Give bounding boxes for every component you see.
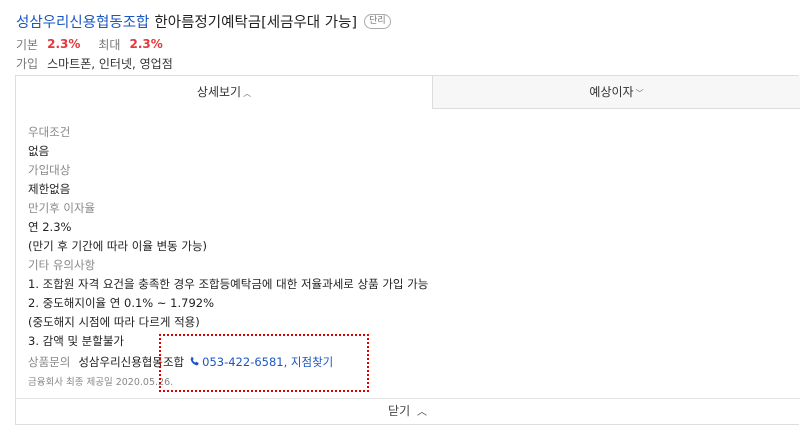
interest-type-badge: 단리 [364,13,391,29]
contact-row: 상품문의 성삼우리신용협동조합 053-422-6581, 지점찾기 [28,352,788,371]
maturity-rate: 연 2.3% [28,220,72,234]
last-updated-date: 금융회사 최종 제공일 2020.05.26. [28,377,174,388]
product-header: 성삼우리신용협동조합 한아름정기예탁금[세금우대 가능] 단리 기본 2.3% … [16,10,786,72]
note-item: 1. 조합원 자격 요건을 충족한 경우 조합등예탁금에 대한 저율과세로 상품… [28,277,429,291]
tab-details-label: 상세보기 [196,85,242,99]
join-channel-row: 가입 스마트폰, 인터넷, 영업점 [16,54,786,72]
join-label: 가입 [16,56,39,71]
notes-label: 기타 유의사항 [28,258,96,272]
max-rate-label: 최대 [98,37,121,52]
max-rate-value: 2.3% [129,37,163,51]
maturity-note: (만기 후 기간에 따라 이율 변동 가능) [28,239,208,253]
detail-panel: 상세보기 ︿ 예상이자 ﹀ 우대조건 없음 가입대상 제한없음 만기후 이자율 연 … [15,75,800,425]
detail-content: 우대조건 없음 가입대상 제한없음 만기후 이자율 연 2.3% (만기 후 기… [28,123,788,391]
detail-tabs: 상세보기 ︿ 예상이자 ﹀ [16,76,800,109]
note-item: 3. 감액 및 분할불가 [28,334,124,348]
base-rate-value: 2.3% [47,37,81,51]
preferential-label: 우대조건 [28,125,71,139]
tab-expected-interest-label: 예상이자 [589,85,634,99]
join-channels: 스마트폰, 인터넷, 영업점 [47,56,173,71]
note-item: 2. 중도해지이율 연 0.1% ~ 1.792% [28,296,215,310]
target-value: 제한없음 [28,182,71,196]
chevron-up-icon: ︿ [243,89,252,98]
tab-details[interactable]: 상세보기 ︿ [16,76,432,109]
contact-bank-name: 성삼우리신용협동조합 [78,354,185,369]
product-title-row: 성삼우리신용협동조합 한아름정기예탁금[세금우대 가능] 단리 [16,10,786,32]
preferential-value: 없음 [28,144,50,158]
contact-label: 상품문의 [28,354,71,369]
phone-icon [190,356,199,366]
chevron-up-icon: ︿ [416,407,427,418]
close-button-label: 닫기 [388,404,411,418]
tab-expected-interest[interactable]: 예상이자 ﹀ [432,76,800,109]
note-item: (중도해지 시점에 따라 다르게 적용) [28,315,200,329]
base-rate-label: 기본 [16,37,39,52]
chevron-down-icon: ﹀ [635,89,644,98]
bank-name-link[interactable]: 성삼우리신용협동조합 [16,11,149,32]
rate-row: 기본 2.3% 최대 2.3% [16,35,786,53]
close-button[interactable]: 닫기 ︿ [15,398,800,423]
target-label: 가입대상 [28,163,71,177]
contact-phone-link[interactable]: 053-422-6581, 지점찾기 [202,354,333,370]
maturity-label: 만기후 이자율 [28,201,96,215]
product-name: 한아름정기예탁금[세금우대 가능] [154,14,358,31]
